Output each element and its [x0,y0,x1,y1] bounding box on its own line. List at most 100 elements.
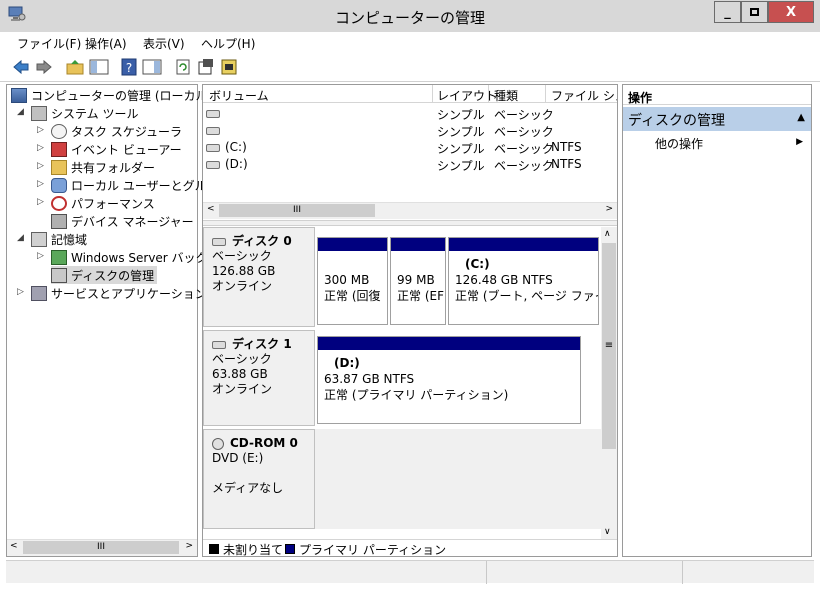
menu-help[interactable]: ヘルプ(H) [201,35,255,52]
col-filesystem[interactable]: ファイル システム [551,87,617,104]
scroll-right-icon[interactable]: > [605,204,613,214]
tree-item-storage[interactable]: 記憶域 [31,230,87,248]
volume-row[interactable]: シンプル ベーシック [203,122,617,139]
disk-0-label[interactable]: ディスク 0 ベーシック 126.88 GB オンライン [203,227,315,327]
storage-icon [31,231,47,247]
console-tree: コンピューターの管理 (ローカル) ◢ システム ツール ▷ タスク スケジュー… [6,84,244,557]
help-icon[interactable]: ? [120,58,138,76]
collapse-icon[interactable]: ◢ [17,107,24,117]
menu-view[interactable]: 表示(V) [143,35,185,52]
device-manager-icon [51,213,67,229]
clock-icon [51,123,67,139]
disk-icon [212,340,226,349]
performance-icon [51,195,67,211]
back-arrow-icon[interactable] [12,58,30,76]
scroll-down-icon[interactable]: ∨ [604,527,611,537]
maximize-button[interactable] [741,1,768,23]
computer-icon [11,87,27,103]
volume-icon [206,127,220,135]
actions-disk-management[interactable]: ディスクの管理 ▲ [623,107,811,131]
title-bar[interactable]: コンピューターの管理 _ X [0,0,820,32]
backup-icon [51,249,67,265]
menu-action[interactable]: 操作(A) [85,35,127,52]
disk-1-label[interactable]: ディスク 1 ベーシック 63.88 GB オンライン [203,330,315,426]
tools-icon [31,105,47,121]
volume-icon [206,110,220,118]
legend: 未割り当て プライマリ パーティション [203,539,617,557]
tree-item-disk-management[interactable]: ディスクの管理 [51,266,158,284]
disk-vertical-scrollbar[interactable]: ∧ ≡ ∨ [601,227,617,539]
disk-icon [212,237,226,246]
tree-item-event-viewer[interactable]: イベント ビューアー [51,140,182,158]
window-title: コンピューターの管理 [334,9,485,27]
scroll-left-icon[interactable]: < [10,541,18,551]
tree-horizontal-scrollbar[interactable]: < III > [7,539,197,556]
volume-list-header: ボリューム レイアウト 種類 ファイル システム [203,85,617,103]
partition-c[interactable]: (C:)126.48 GB NTFS正常 (ブート, ページ ファイル [448,237,599,325]
expand-icon[interactable]: ▷ [37,125,44,135]
menu-file[interactable]: ファイル(F) [17,35,81,52]
partition-efi[interactable]: 99 MB 正常 (EF [390,237,446,325]
col-type[interactable]: 種類 [494,87,518,104]
legend-primary: プライマリ パーティション [299,543,447,557]
tree-item-root[interactable]: コンピューターの管理 (ローカル) [11,86,212,104]
expand-icon[interactable]: ▷ [37,197,44,207]
properties-icon[interactable] [197,58,215,76]
disk-management-pane: ボリューム レイアウト 種類 ファイル システム シンプル ベーシック シンプル… [202,84,618,557]
close-button[interactable]: X [768,1,814,23]
expand-icon[interactable]: ▷ [37,143,44,153]
shared-folder-icon [51,159,67,175]
volume-icon [206,161,220,169]
scroll-up-icon[interactable]: ∧ [604,229,611,239]
scroll-left-icon[interactable]: < [207,204,215,214]
scroll-thumb[interactable]: ≡ [602,243,616,449]
disk-management-icon [51,267,67,283]
volume-row[interactable]: (D:) シンプル ベーシック NTFS [203,156,617,173]
scroll-thumb[interactable]: III [23,541,179,554]
computer-management-window: コンピューターの管理 _ X ファイル(F) 操作(A) 表示(V) ヘルプ(H… [0,0,820,591]
minimize-button[interactable]: _ [714,1,741,23]
status-bar [6,560,814,584]
tree-item-device-manager[interactable]: デバイス マネージャー [51,212,194,230]
scroll-thumb[interactable]: III [219,204,375,217]
expand-icon[interactable]: ▷ [37,161,44,171]
volume-row[interactable]: (C:) シンプル ベーシック NTFS [203,139,617,156]
menu-bar: ファイル(F) 操作(A) 表示(V) ヘルプ(H) [0,32,820,54]
show-hide-action-pane-icon[interactable] [142,58,162,76]
cdrom-0-label[interactable]: CD-ROM 0 DVD (E:) メディアなし [203,429,315,529]
show-hide-tree-icon[interactable] [89,58,109,76]
pane-splitter[interactable] [203,220,617,226]
col-volume[interactable]: ボリューム [209,87,269,104]
event-viewer-icon [51,141,67,157]
cdrom-icon [212,437,224,450]
disk-graphical-view: ディスク 0 ベーシック 126.88 GB オンライン 300 MB 正常 (回… [203,227,601,539]
collapse-arrow-icon[interactable]: ▲ [797,112,805,123]
services-icon [31,285,47,301]
actions-header: 操作 [623,85,811,105]
tree-item-performance[interactable]: パフォーマンス [51,194,155,212]
disk-properties-icon[interactable] [220,58,238,76]
refresh-icon[interactable] [174,58,192,76]
partition-recovery[interactable]: 300 MB 正常 (回復 [317,237,388,325]
submenu-arrow-icon[interactable]: ▶ [796,137,803,147]
toolbar: ? [0,54,820,82]
tree-item-task-scheduler[interactable]: タスク スケジューラ [51,122,182,140]
expand-icon[interactable]: ▷ [37,179,44,189]
actions-pane: 操作 ディスクの管理 ▲ 他の操作 ▶ [622,84,812,557]
tree-item-system-tools[interactable]: システム ツール [31,104,138,122]
up-folder-icon[interactable] [66,58,84,76]
volume-row[interactable]: シンプル ベーシック [203,105,617,122]
tree-item-shared-folders[interactable]: 共有フォルダー [51,158,155,176]
more-actions[interactable]: 他の操作 [655,135,703,152]
primary-swatch [285,544,295,554]
volume-icon [206,144,220,152]
volume-horizontal-scrollbar[interactable]: < III > [203,202,617,219]
partition-d[interactable]: (D:) 63.87 GB NTFS 正常 (プライマリ パーティション) [317,336,581,424]
expand-icon[interactable]: ▷ [17,287,24,297]
expand-icon[interactable]: ▷ [37,251,44,261]
scroll-right-icon[interactable]: > [185,541,193,551]
maximize-icon [750,8,759,16]
forward-arrow-icon[interactable] [35,58,53,76]
tree-item-services-apps[interactable]: サービスとアプリケーション [31,284,207,302]
collapse-icon[interactable]: ◢ [17,233,24,243]
